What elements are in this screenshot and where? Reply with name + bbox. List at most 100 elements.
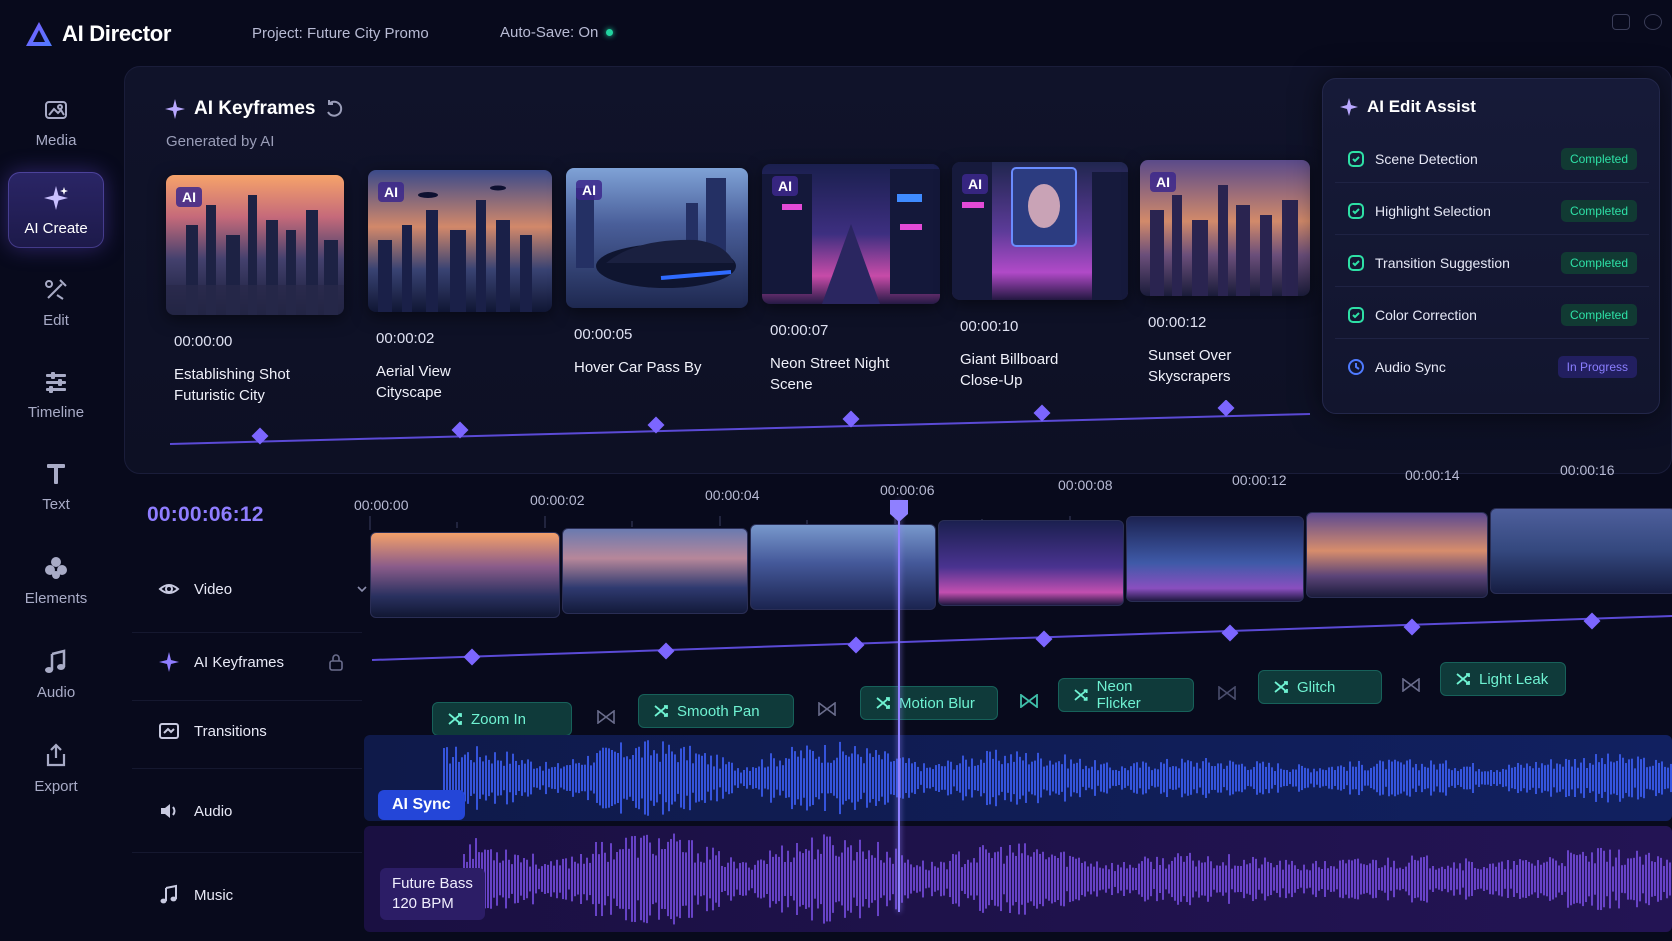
sidebar-item-edit[interactable]: Edit: [8, 262, 104, 342]
keyframe-time: 00:00:10: [960, 318, 1019, 335]
ai-sync-badge[interactable]: AI Sync: [378, 790, 465, 820]
ai-badge: AI: [772, 176, 798, 196]
lock-icon[interactable]: [328, 653, 344, 671]
ai-badge: AI: [962, 174, 988, 194]
sidebar-item-timeline[interactable]: Timeline: [8, 354, 104, 434]
keyframe-diamond: [463, 648, 481, 666]
music-bpm: 120 BPM: [392, 895, 454, 912]
transition-chip-light-leak[interactable]: Light Leak: [1440, 662, 1566, 696]
sidebar-item-ai-create[interactable]: AI Create: [8, 172, 104, 248]
video-clip[interactable]: [938, 520, 1124, 606]
transition-join-icon[interactable]: [818, 702, 836, 716]
assist-row-scene-detection[interactable]: Scene Detection Completed: [1335, 135, 1649, 183]
transition-join-icon[interactable]: [597, 710, 615, 724]
ai-badge: AI: [576, 180, 602, 200]
track-name: Audio: [194, 802, 233, 820]
video-clip[interactable]: [1306, 512, 1488, 598]
media-icon: [45, 100, 67, 119]
sidebar-item-label: Edit: [43, 311, 69, 329]
transition-join-icon[interactable]: [1402, 678, 1420, 692]
sidebar-item-media[interactable]: Media: [8, 82, 104, 162]
sidebar-item-label: Export: [34, 777, 78, 795]
shuffle-icon: [1074, 689, 1088, 701]
video-clip[interactable]: [750, 524, 936, 610]
keyframe-card[interactable]: AI 00:00:07 Neon Street Night Scene: [762, 164, 940, 395]
keyframe-thumbnail: AI: [166, 175, 344, 315]
transition-chip-zoom-in[interactable]: Zoom In: [432, 702, 572, 736]
shuffle-icon: [1274, 681, 1288, 693]
window-controls: [1612, 14, 1662, 30]
keyframe-card[interactable]: AI 00:00:12 Sunset Over Skyscrapers: [1140, 160, 1310, 387]
transition-chip-motion-blur[interactable]: Motion Blur: [860, 686, 998, 720]
assist-row-transition-suggestion[interactable]: Transition Suggestion Completed: [1335, 239, 1649, 287]
keyframe-card[interactable]: AI 00:00:05 Hover Car Pass By: [566, 168, 748, 378]
keyframe-time: 00:00:05: [574, 326, 633, 343]
keyframe-time: 00:00:00: [174, 333, 233, 350]
app-logo: AI Director: [24, 20, 171, 48]
transition-join-icon[interactable]: [1020, 694, 1038, 708]
keyframe-card[interactable]: AI 00:00:10 Giant Billboard Close-Up: [952, 162, 1128, 391]
sidebar-item-export[interactable]: Export: [8, 728, 104, 808]
music-clip-label[interactable]: Future Bass 120 BPM: [380, 868, 485, 920]
chip-label: Motion Blur: [899, 694, 975, 712]
edit-tools-icon: [45, 278, 67, 300]
keyframe-diamond: [1033, 404, 1051, 422]
track-label-video[interactable]: Video: [158, 578, 368, 600]
transition-join-icon[interactable]: [1218, 686, 1236, 700]
playhead[interactable]: [898, 500, 900, 912]
keyframe-thumbnail: AI: [566, 168, 748, 308]
ruler-tick-label: 00:00:16: [1560, 462, 1615, 478]
speaker-icon[interactable]: [158, 800, 180, 822]
track-label-ai-keyframes[interactable]: AI Keyframes: [158, 651, 344, 673]
status-badge: In Progress: [1557, 356, 1637, 378]
track-label-audio[interactable]: Audio: [158, 800, 232, 822]
keyframe-diamond: [1403, 618, 1421, 636]
track-label-music[interactable]: Music: [158, 884, 233, 906]
sidebar-item-elements[interactable]: Elements: [8, 540, 104, 620]
settings-icon[interactable]: [1644, 14, 1662, 30]
sidebar-item-audio[interactable]: Audio: [8, 634, 104, 714]
keyframe-diamond: [1221, 624, 1239, 642]
ruler-tick-label: 00:00:06: [880, 482, 935, 498]
keyframe-name: Sunset Over Skyscrapers: [1148, 347, 1232, 385]
minimize-icon[interactable]: [1612, 14, 1630, 30]
video-clip[interactable]: [1126, 516, 1304, 602]
keyframes-title: AI Keyframes: [164, 98, 345, 120]
shuffle-icon: [654, 705, 668, 717]
track-divider: [132, 700, 362, 701]
ruler-tick-label: 00:00:00: [354, 497, 409, 513]
keyframe-time: 00:00:07: [770, 322, 829, 339]
keyframe-connector: [169, 400, 1311, 445]
track-divider: [132, 768, 362, 769]
keyframe-card[interactable]: AI 00:00:00 Establishing Shot Futuristic…: [166, 175, 344, 406]
chip-label: Smooth Pan: [677, 702, 760, 720]
keyframe-name: Hover Car Pass By: [574, 359, 702, 376]
track-label-transitions[interactable]: Transitions: [158, 720, 267, 742]
playhead-handle[interactable]: [890, 500, 908, 522]
keyframe-name: Giant Billboard Close-Up: [960, 351, 1059, 389]
video-clip[interactable]: [1490, 508, 1672, 594]
assist-row-label: Scene Detection: [1375, 150, 1478, 167]
chevron-down-icon[interactable]: [356, 583, 368, 595]
shuffle-icon: [876, 697, 890, 709]
keyframe-name: Neon Street Night Scene: [770, 355, 890, 393]
refresh-icon[interactable]: [323, 98, 345, 120]
logo-icon: [26, 22, 52, 46]
transition-chip-neon-flicker[interactable]: Neon Flicker: [1058, 678, 1194, 712]
assist-row-color-correction[interactable]: Color Correction Completed: [1335, 291, 1649, 339]
transition-chip-glitch[interactable]: Glitch: [1258, 670, 1382, 704]
music-note-icon: [45, 648, 66, 673]
ai-badge: AI: [1150, 172, 1176, 192]
sidebar-item-text[interactable]: Text: [8, 446, 104, 526]
eye-icon[interactable]: [158, 578, 180, 600]
transitions-icon: [159, 723, 179, 739]
keyframe-diamond: [1035, 630, 1053, 648]
keyframe-track[interactable]: [372, 600, 1672, 670]
assist-row-audio-sync[interactable]: Audio Sync In Progress: [1335, 343, 1649, 391]
shuffle-icon: [1456, 673, 1470, 685]
keyframe-card[interactable]: AI 00:00:02 Aerial View Cityscape: [368, 170, 552, 403]
assist-row-highlight-selection[interactable]: Highlight Selection Completed: [1335, 187, 1649, 235]
chip-label: Light Leak: [1479, 670, 1549, 688]
transition-chip-smooth-pan[interactable]: Smooth Pan: [638, 694, 794, 728]
status-badge: Completed: [1560, 251, 1637, 274]
